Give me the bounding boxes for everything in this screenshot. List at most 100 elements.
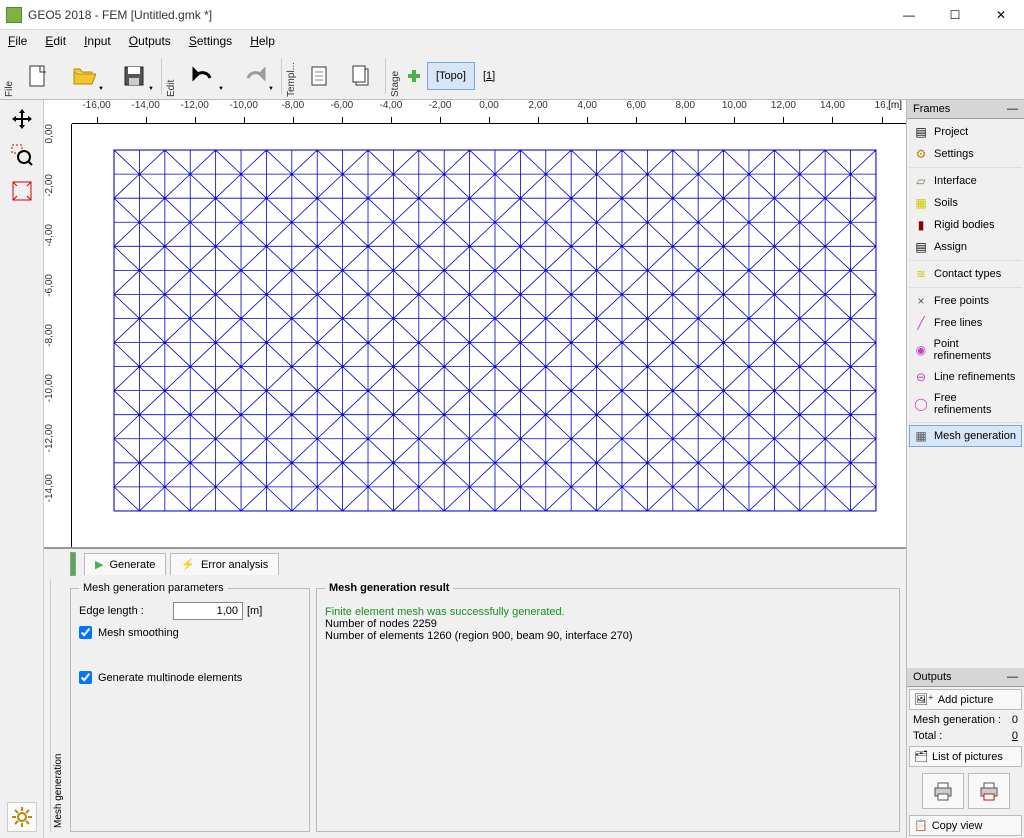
generate-tab[interactable]: ▶ Generate <box>84 553 166 575</box>
outputs-header: Outputs — <box>907 668 1024 687</box>
frame-item-free-refinements[interactable]: ◯Free refinements <box>909 388 1022 420</box>
collapse-icon[interactable]: — <box>1007 671 1018 683</box>
ruler-vtick: -4,00 <box>44 224 71 247</box>
ruler-vtick: -8,00 <box>44 324 71 347</box>
multinode-checkbox[interactable]: Generate multinode elements <box>79 671 301 684</box>
frame-label: Rigid bodies <box>934 219 995 231</box>
edge-length-input[interactable] <box>173 602 243 620</box>
add-stage-button[interactable] <box>405 57 421 95</box>
menu-help[interactable]: Help <box>246 32 279 50</box>
frame-item-mesh-generation[interactable]: ▦Mesh generation <box>909 425 1022 447</box>
copy-view-button[interactable]: 📋 Copy view <box>909 815 1022 836</box>
fit-tool-button[interactable] <box>7 176 37 206</box>
left-toolbar <box>0 100 44 838</box>
settings-gear-button[interactable] <box>7 802 37 832</box>
result-legend: Mesh generation result <box>325 582 453 594</box>
frames-list: ▤Project⚙Settings ▱ Interface ▦Soils▮Rigid … <box>907 119 1024 449</box>
total-label: Total : <box>913 730 942 742</box>
open-file-button[interactable]: ▼ <box>61 57 107 95</box>
ruler-tick: -4,00 <box>366 100 415 124</box>
template-button[interactable] <box>301 57 339 95</box>
frame-item-contact-types[interactable]: ≋Contact types <box>909 263 1022 285</box>
frame-label: Interface <box>934 175 977 187</box>
stage-1-button[interactable]: [1] <box>479 66 499 86</box>
stacked-docs-icon <box>350 64 374 88</box>
ruler-tick: 8,00 <box>661 100 710 124</box>
frame-label: Assign <box>934 241 967 253</box>
zoom-tool-button[interactable] <box>7 140 37 170</box>
frame-item-free-lines[interactable]: ╱Free lines <box>909 312 1022 334</box>
plus-icon <box>406 68 420 84</box>
ruler-tick: -6,00 <box>317 100 366 124</box>
app-icon <box>6 7 22 23</box>
ruler-tick: 10,00 <box>710 100 759 124</box>
frame-item-interface[interactable]: ▱ Interface <box>909 170 1022 192</box>
printer-icon <box>931 779 955 803</box>
frame-item-rigid-bodies[interactable]: ▮Rigid bodies <box>909 214 1022 236</box>
ruler-tick: -12,00 <box>170 100 219 124</box>
gear-icon <box>10 805 34 829</box>
redo-button[interactable]: ▼ <box>231 57 277 95</box>
frame-item-soils[interactable]: ▦Soils <box>909 192 1022 214</box>
result-elems-text: Number of elements 1260 (region 900, bea… <box>325 630 891 642</box>
copy-template-button[interactable] <box>343 57 381 95</box>
stage-topo-button[interactable]: [Topo] <box>427 62 475 90</box>
frame-icon: ▱ <box>914 174 928 188</box>
list-pictures-button[interactable]: 🗂 List of pictures <box>909 746 1022 767</box>
frame-item-project[interactable]: ▤Project <box>909 121 1022 143</box>
print-button[interactable] <box>922 773 964 809</box>
ruler-vtick: -12,00 <box>44 424 71 452</box>
frame-label: Free lines <box>934 317 982 329</box>
ruler-tick: -16,00 <box>72 100 121 124</box>
undo-icon <box>192 64 216 88</box>
menu-edit[interactable]: Edit <box>41 32 70 50</box>
ruler-vtick: -10,00 <box>44 374 71 402</box>
frame-label: Project <box>934 126 968 138</box>
dropdown-icon: ▼ <box>98 86 104 92</box>
toolbar-file-label: File <box>2 53 17 99</box>
frame-icon: ⚙ <box>914 147 928 161</box>
menubar: File Edit Input Outputs Settings Help <box>0 30 1024 52</box>
dropdown-icon: ▼ <box>218 86 224 92</box>
undo-button[interactable]: ▼ <box>181 57 227 95</box>
save-file-button[interactable]: ▼ <box>111 57 157 95</box>
copy-icon: 📋 <box>914 819 928 832</box>
frame-item-point-refinements[interactable]: ◉Point refinements <box>909 334 1022 366</box>
frame-item-line-refinements[interactable]: ⊖Line refinements <box>909 366 1022 388</box>
error-analysis-tab[interactable]: ⚡ Error analysis <box>170 553 279 575</box>
fit-view-icon <box>10 179 34 203</box>
canvas-area[interactable]: -16,00-14,00-12,00-10,00-8,00-6,00-4,00-… <box>44 100 906 548</box>
ruler-vtick: -14,00 <box>44 474 71 502</box>
minimize-button[interactable]: — <box>886 0 932 30</box>
ruler-tick: 0,00 <box>465 100 514 124</box>
result-success-text: Finite element mesh was successfully gen… <box>325 606 891 618</box>
frame-item-settings[interactable]: ⚙Settings <box>909 143 1022 165</box>
frame-icon: ▦ <box>914 429 928 443</box>
collapse-icon[interactable]: — <box>1007 103 1018 115</box>
print-preview-button[interactable] <box>968 773 1010 809</box>
params-legend: Mesh generation parameters <box>79 582 228 594</box>
frame-item-assign[interactable]: ▤Assign <box>909 236 1022 258</box>
mesh-smoothing-checkbox[interactable]: Mesh smoothing <box>79 626 301 639</box>
titlebar: GEO5 2018 - FEM [Untitled.gmk *] — ☐ ✕ <box>0 0 1024 30</box>
frames-header: Frames — <box>907 100 1024 119</box>
ruler-tick: 14,00 <box>808 100 857 124</box>
new-file-button[interactable] <box>19 57 57 95</box>
frame-item-free-points[interactable]: ×Free points <box>909 290 1022 312</box>
add-picture-button[interactable]: 🖼⁺ Add picture <box>909 689 1022 710</box>
maximize-button[interactable]: ☐ <box>932 0 978 30</box>
ruler-tick: 4,00 <box>563 100 612 124</box>
play-icon: ▶ <box>95 558 103 571</box>
pan-tool-button[interactable] <box>7 104 37 134</box>
ruler-tick: 2,00 <box>514 100 563 124</box>
status-indicator <box>70 552 76 576</box>
menu-outputs[interactable]: Outputs <box>125 32 175 50</box>
menu-input[interactable]: Input <box>80 32 115 50</box>
ruler-tick: -2,00 <box>415 100 464 124</box>
toolbar-stage-label: Stage <box>388 53 403 99</box>
ruler-tick: -8,00 <box>268 100 317 124</box>
edge-length-unit: [m] <box>247 605 262 617</box>
close-button[interactable]: ✕ <box>978 0 1024 30</box>
menu-file[interactable]: File <box>4 32 31 50</box>
menu-settings[interactable]: Settings <box>185 32 236 50</box>
